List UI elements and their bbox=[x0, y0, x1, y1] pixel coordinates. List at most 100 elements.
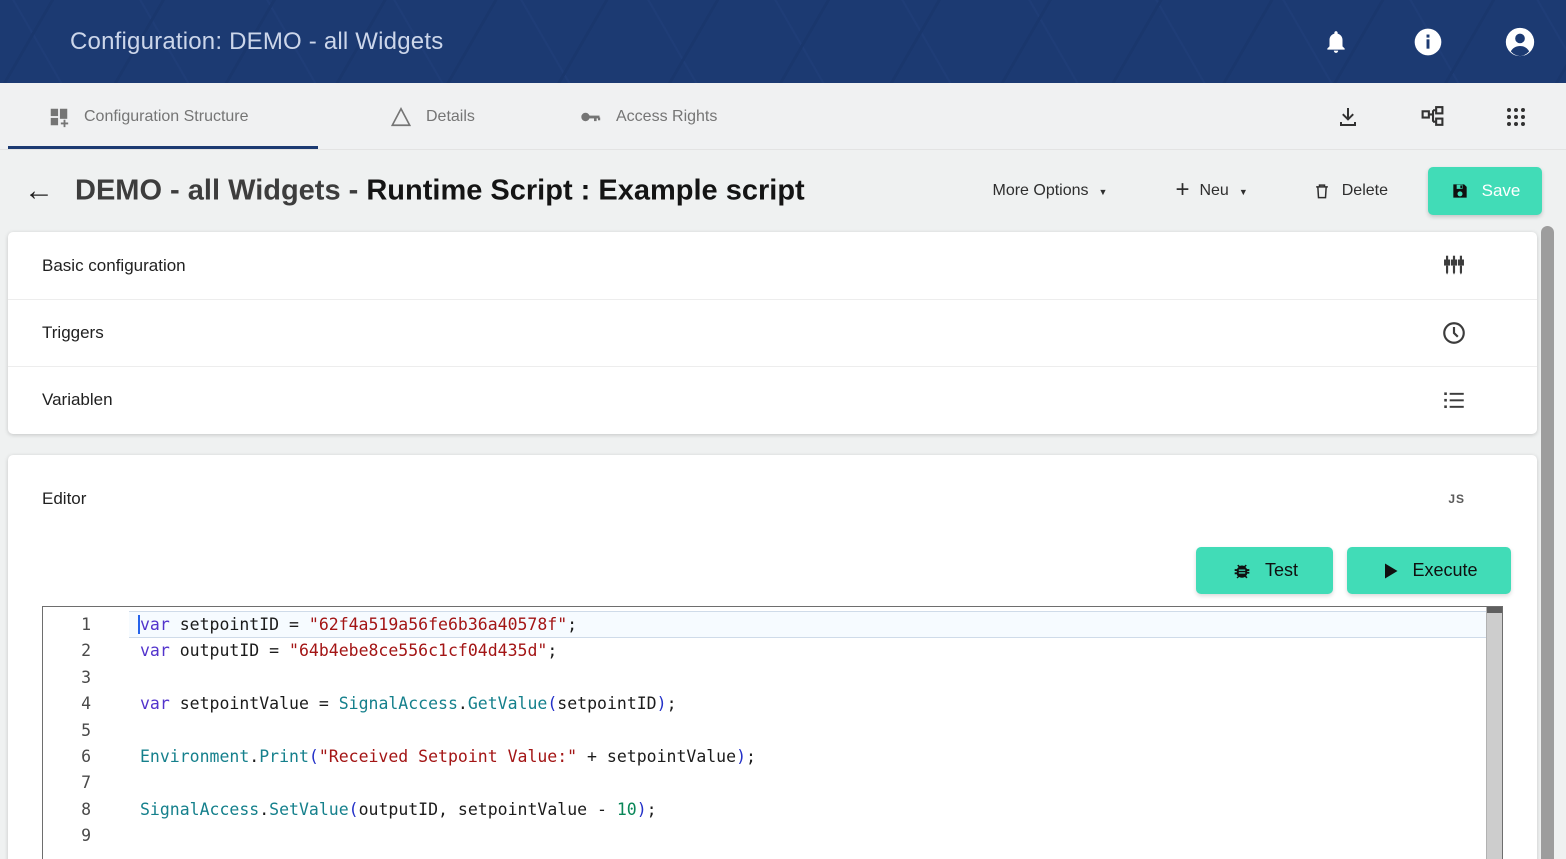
code-line[interactable]: Environment.Print("Received Setpoint Val… bbox=[129, 744, 1486, 770]
widgets-icon bbox=[48, 106, 70, 128]
tab-bar: Configuration Structure Details Access R… bbox=[0, 83, 1566, 150]
neu-button[interactable]: + Neu ▼ bbox=[1165, 171, 1257, 211]
save-label: Save bbox=[1482, 181, 1521, 201]
plus-icon: + bbox=[1175, 178, 1189, 202]
line-number: 6 bbox=[43, 744, 115, 770]
more-options-button[interactable]: More Options ▼ bbox=[982, 174, 1117, 208]
sitemap-icon[interactable] bbox=[1412, 97, 1452, 137]
page-title-main: Runtime Script : Example script bbox=[366, 175, 804, 207]
execute-button[interactable]: Execute bbox=[1347, 547, 1511, 594]
code-token-par: ) bbox=[637, 800, 647, 819]
code-token-par: ( bbox=[547, 694, 557, 713]
code-token-pl: setpointID = bbox=[170, 615, 309, 634]
code-token-pl: ; bbox=[547, 641, 557, 660]
warning-triangle-icon bbox=[390, 106, 412, 128]
header-icons bbox=[1316, 0, 1540, 83]
code-line[interactable] bbox=[129, 823, 1486, 849]
code-line[interactable]: var outputID = "64b4ebe8ce556c1cf04d435d… bbox=[129, 638, 1486, 664]
section-label: Variablen bbox=[42, 390, 1441, 410]
editor-scrollbar[interactable] bbox=[1486, 607, 1502, 859]
code-line[interactable] bbox=[129, 665, 1486, 691]
tab-label: Details bbox=[426, 108, 475, 126]
more-options-label: More Options bbox=[992, 182, 1088, 200]
code-token-pl: . bbox=[249, 747, 259, 766]
key-icon bbox=[578, 105, 602, 129]
editor-buttons: Test Execute bbox=[1196, 547, 1511, 594]
code-lines[interactable]: var setpointID = "62f4a519a56fe6b36a4057… bbox=[129, 612, 1486, 850]
code-editor[interactable]: 123456789 var setpointID = "62f4a519a56f… bbox=[42, 606, 1503, 859]
code-token-kw: var bbox=[140, 694, 170, 713]
line-number: 7 bbox=[43, 770, 115, 796]
code-token-par: ) bbox=[657, 694, 667, 713]
test-label: Test bbox=[1265, 560, 1298, 581]
code-line[interactable]: var setpointValue = SignalAccess.GetValu… bbox=[129, 691, 1486, 717]
code-token-pl: ; bbox=[746, 747, 756, 766]
page-scrollbar-thumb[interactable] bbox=[1541, 226, 1554, 859]
tab-label: Configuration Structure bbox=[84, 108, 249, 126]
code-token-type: SignalAccess bbox=[339, 694, 458, 713]
tab-access-rights[interactable]: Access Rights bbox=[578, 83, 717, 150]
accordion-card: Basic configuration Triggers Variablen bbox=[8, 232, 1537, 434]
code-token-pl: ; bbox=[567, 615, 577, 634]
line-number: 5 bbox=[43, 718, 115, 744]
save-button[interactable]: Save bbox=[1428, 167, 1542, 215]
code-token-str: "64b4ebe8ce556c1cf04d435d" bbox=[289, 641, 547, 660]
code-line[interactable]: var setpointID = "62f4a519a56fe6b36a4057… bbox=[129, 611, 1486, 638]
chevron-down-icon: ▼ bbox=[1099, 187, 1108, 197]
line-number: 2 bbox=[43, 638, 115, 664]
neu-label: Neu bbox=[1199, 182, 1228, 200]
chevron-down-icon: ▼ bbox=[1239, 187, 1248, 197]
app-title: Configuration: DEMO - all Widgets bbox=[70, 28, 443, 56]
tab-configuration-structure[interactable]: Configuration Structure bbox=[48, 83, 249, 150]
tune-sliders-icon bbox=[1441, 253, 1467, 279]
title-actions: More Options ▼ + Neu ▼ Delete Save bbox=[982, 150, 1542, 232]
code-token-pl: ; bbox=[647, 800, 657, 819]
section-basic-configuration[interactable]: Basic configuration bbox=[8, 232, 1537, 299]
tab-label: Access Rights bbox=[616, 108, 717, 126]
execute-label: Execute bbox=[1412, 560, 1477, 581]
code-token-par: ) bbox=[736, 747, 746, 766]
code-token-kw: var bbox=[140, 641, 170, 660]
code-token-pl: + setpointValue bbox=[577, 747, 736, 766]
code-token-pl: setpointValue = bbox=[170, 694, 339, 713]
section-label: Basic configuration bbox=[42, 256, 1441, 276]
editor-label: Editor bbox=[42, 489, 86, 509]
code-token-type: Print bbox=[259, 747, 309, 766]
bell-icon[interactable] bbox=[1316, 22, 1356, 62]
editor-scrollbar-thumb[interactable] bbox=[1487, 607, 1502, 613]
info-icon[interactable] bbox=[1408, 22, 1448, 62]
line-number: 3 bbox=[43, 665, 115, 691]
line-number: 1 bbox=[43, 612, 115, 638]
code-token-str: "62f4a519a56fe6b36a40578f" bbox=[309, 615, 567, 634]
code-token-par: ( bbox=[349, 800, 359, 819]
line-number: 4 bbox=[43, 691, 115, 717]
code-token-pl: outputID, setpointValue - bbox=[359, 800, 617, 819]
page-title-row: ← DEMO - all Widgets - Runtime Script : … bbox=[0, 150, 1566, 232]
play-icon bbox=[1380, 561, 1400, 581]
section-variablen[interactable]: Variablen bbox=[8, 366, 1537, 433]
page-title-prefix: DEMO - all Widgets - bbox=[75, 175, 366, 207]
code-token-kw: var bbox=[140, 615, 170, 634]
line-number: 8 bbox=[43, 797, 115, 823]
back-arrow-icon[interactable]: ← bbox=[24, 176, 54, 206]
code-line[interactable]: SignalAccess.SetValue(outputID, setpoint… bbox=[129, 797, 1486, 823]
bug-icon bbox=[1231, 560, 1253, 582]
editor-gutter: 123456789 bbox=[43, 612, 115, 850]
trash-icon bbox=[1312, 180, 1332, 202]
editor-header: Editor JS bbox=[42, 489, 1477, 509]
download-icon[interactable] bbox=[1328, 97, 1368, 137]
code-token-type: SignalAccess bbox=[140, 800, 259, 819]
section-triggers[interactable]: Triggers bbox=[8, 299, 1537, 366]
tab-details[interactable]: Details bbox=[390, 83, 475, 150]
code-line[interactable] bbox=[129, 718, 1486, 744]
line-number: 9 bbox=[43, 823, 115, 849]
code-token-type: Environment bbox=[140, 747, 249, 766]
code-token-pl: . bbox=[259, 800, 269, 819]
test-button[interactable]: Test bbox=[1196, 547, 1333, 594]
account-icon[interactable] bbox=[1500, 22, 1540, 62]
code-line[interactable] bbox=[129, 770, 1486, 796]
code-area[interactable]: 123456789 var setpointID = "62f4a519a56f… bbox=[43, 607, 1486, 859]
list-icon bbox=[1441, 387, 1467, 413]
delete-button[interactable]: Delete bbox=[1302, 172, 1398, 210]
apps-grid-icon[interactable] bbox=[1496, 97, 1536, 137]
